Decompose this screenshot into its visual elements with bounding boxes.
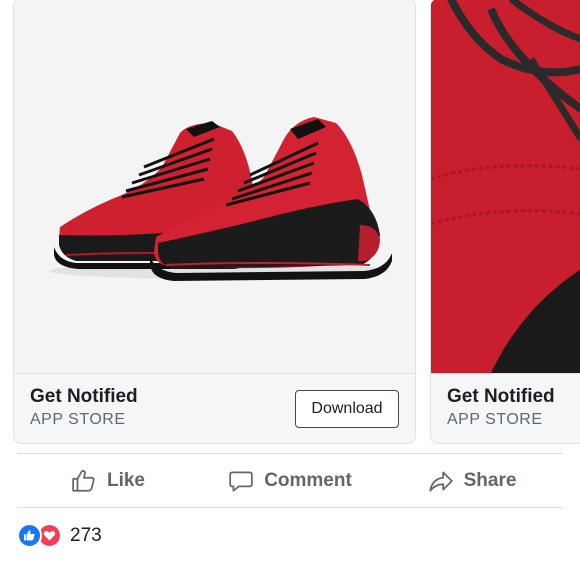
product-image[interactable] bbox=[14, 0, 415, 373]
sneakers-image bbox=[49, 117, 392, 281]
ad-card[interactable]: Get Notified APP STORE bbox=[430, 0, 580, 444]
share-button[interactable]: Share bbox=[381, 456, 563, 506]
ad-title: Get Notified bbox=[30, 386, 138, 407]
ad-title: Get Notified bbox=[447, 386, 555, 407]
like-button[interactable]: Like bbox=[17, 456, 199, 506]
divider bbox=[17, 453, 563, 454]
ad-card-footer: Get Notified APP STORE bbox=[431, 373, 580, 443]
comment-icon bbox=[229, 471, 253, 492]
post-actions-bar: Like Comment Share bbox=[17, 456, 563, 506]
comment-button[interactable]: Comment bbox=[199, 456, 381, 506]
reactions-summary[interactable]: 273 bbox=[17, 523, 102, 548]
comment-label: Comment bbox=[264, 470, 352, 491]
ad-carousel[interactable]: Get Notified APP STORE Download Get Noti… bbox=[0, 0, 580, 446]
product-image[interactable] bbox=[431, 0, 580, 373]
ad-card-footer: Get Notified APP STORE Download bbox=[14, 373, 415, 443]
thumbs-up-icon bbox=[72, 470, 95, 492]
ad-subtitle: APP STORE bbox=[30, 411, 126, 428]
reaction-count: 273 bbox=[70, 524, 102, 546]
download-button[interactable]: Download bbox=[295, 390, 399, 428]
like-label: Like bbox=[106, 470, 146, 491]
share-label: Share bbox=[463, 470, 517, 491]
sneaker-closeup-image bbox=[431, 0, 580, 373]
like-reaction-icon bbox=[17, 523, 42, 548]
share-icon bbox=[428, 471, 453, 492]
ad-subtitle: APP STORE bbox=[447, 411, 543, 428]
divider bbox=[17, 507, 563, 508]
ad-card[interactable]: Get Notified APP STORE Download bbox=[13, 0, 416, 444]
